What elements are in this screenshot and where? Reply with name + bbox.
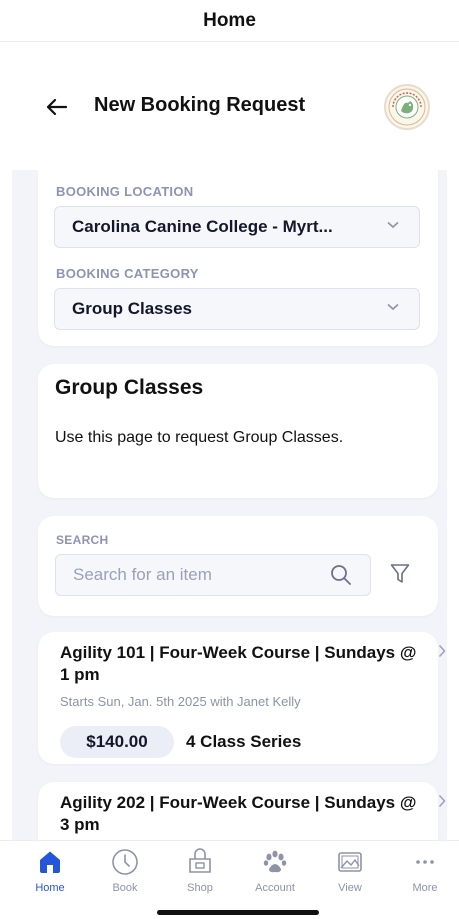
search-input[interactable] xyxy=(55,554,371,596)
shop-icon xyxy=(189,848,211,873)
booking-category-value: Group Classes xyxy=(72,299,192,318)
tab-view[interactable]: View xyxy=(320,847,380,897)
item-title: Agility 202 | Four-Week Course | Sundays… xyxy=(60,793,417,834)
info-title: Group Classes xyxy=(55,376,204,399)
list-item[interactable]: Agility 202 | Four-Week Course | Sundays… xyxy=(38,782,446,840)
tab-account[interactable]: Account xyxy=(245,847,305,897)
info-description: Use this page to request Group Classes. xyxy=(55,429,344,446)
tab-shop[interactable]: Shop xyxy=(170,847,230,897)
screen-title: Home xyxy=(0,0,459,42)
chevron-right-icon xyxy=(438,644,446,658)
list-item[interactable]: Agility 101 | Four-Week Course | Sundays… xyxy=(38,632,446,764)
business-logo[interactable] xyxy=(384,84,430,130)
back-button[interactable] xyxy=(42,92,72,122)
filter-icon[interactable] xyxy=(390,563,410,585)
page-title: New Booking Request xyxy=(94,94,306,116)
tab-label: Account xyxy=(255,882,295,894)
category-info-card: Group Classes Use this page to request G… xyxy=(38,364,438,498)
tab-book[interactable]: Book xyxy=(95,847,155,897)
bottom-tab-bar: Home Book Shop Account View More xyxy=(0,840,459,919)
chevron-down-icon xyxy=(387,221,399,229)
content-area[interactable]: BOOKING LOCATION Carolina Canine College… xyxy=(12,170,447,840)
tab-home[interactable]: Home xyxy=(20,847,80,897)
price-badge: $140.00 xyxy=(60,726,174,758)
search-card: SEARCH xyxy=(38,516,438,616)
booking-location-select[interactable]: Carolina Canine College - Myrt... xyxy=(54,206,420,248)
chevron-down-icon xyxy=(387,303,399,311)
tab-label: More xyxy=(412,882,438,894)
tab-label: Home xyxy=(35,882,65,894)
booking-location-label: BOOKING LOCATION xyxy=(56,184,194,199)
item-subtitle: Starts Sun, Jan. 5th 2025 with Janet Kel… xyxy=(60,694,301,709)
booking-selection-card: BOOKING LOCATION Carolina Canine College… xyxy=(38,170,438,346)
tab-more[interactable]: More xyxy=(395,847,455,897)
arrow-left-icon xyxy=(46,98,68,116)
tab-label: View xyxy=(338,882,362,894)
tab-label: Book xyxy=(112,882,138,894)
tab-label: Shop xyxy=(187,882,213,894)
booking-category-label: BOOKING CATEGORY xyxy=(56,266,199,281)
page-header: New Booking Request xyxy=(0,42,459,170)
item-series: 4 Class Series xyxy=(186,732,302,751)
more-icon xyxy=(416,860,434,864)
home-icon xyxy=(40,851,60,873)
booking-location-value: Carolina Canine College - Myrt... xyxy=(72,217,333,236)
search-label: SEARCH xyxy=(56,533,109,547)
paw-icon xyxy=(263,850,287,873)
booking-category-select[interactable]: Group Classes xyxy=(54,288,420,330)
clock-icon xyxy=(112,849,138,875)
dog-logo-icon xyxy=(388,88,426,126)
home-indicator xyxy=(157,910,319,915)
chevron-right-icon xyxy=(438,794,446,808)
item-title: Agility 101 | Four-Week Course | Sundays… xyxy=(60,643,417,684)
image-icon xyxy=(338,852,362,872)
search-icon[interactable] xyxy=(330,564,352,586)
